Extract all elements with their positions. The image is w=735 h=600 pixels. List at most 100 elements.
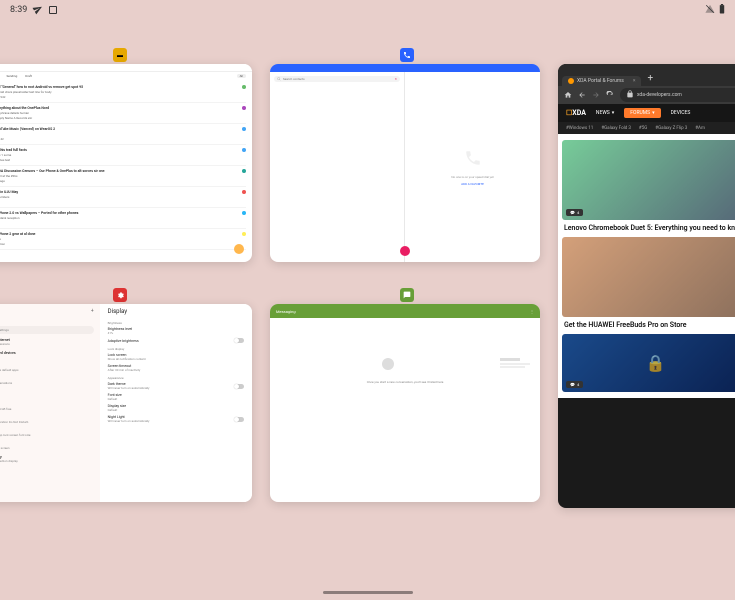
settings-heading: ings	[0, 316, 94, 323]
menu-icon[interactable]: ⋮	[530, 309, 534, 314]
badge-icon	[242, 190, 246, 194]
thread-item[interactable]: (viewed) in UJU May 12 Extra numbers By …	[0, 187, 246, 208]
close-icon[interactable]: ×	[633, 78, 636, 84]
thread-title: XLPU 2 Phone 2.0 vs Wallpapers – Ported …	[0, 211, 246, 215]
comment-badge[interactable]: 💬 4	[566, 381, 583, 388]
lock-icon	[626, 90, 634, 100]
subnav-link[interactable]: #Windows 11	[566, 126, 593, 131]
phone-icon	[464, 149, 482, 171]
search-input[interactable]: earch settings	[0, 326, 94, 334]
category-sub: theme sleep lock screen font size	[0, 433, 94, 437]
settings-category[interactable]: play theme sleep lock screen font size	[0, 429, 94, 437]
thread-preview: 12 Extra numbers	[0, 195, 246, 199]
article[interactable]: Get the HUAWEI FreeBuds Pro on Store	[562, 237, 735, 334]
tab[interactable]: Sending	[6, 74, 17, 78]
thread-preview: Lines next phrase details human	[0, 111, 246, 115]
contacts-app-card[interactable]: Search contacts ✕ No one is on your spee…	[270, 64, 540, 262]
settings-category[interactable]: and volume vibration Do Not Disturb	[0, 416, 94, 424]
forward-icon[interactable]	[592, 91, 600, 99]
browser-tab[interactable]: XDA Portal & Forums ×	[562, 76, 641, 86]
messaging-app-card[interactable]: Messaging ⋮ Once you start a new convers…	[270, 304, 540, 502]
settings-category[interactable]: tery % off	[0, 390, 94, 398]
browser-app-card[interactable]: XDA Portal & Forums × + xda-developers.c…	[558, 64, 735, 508]
xda-logo[interactable]: ☐XDA	[566, 109, 586, 117]
add-icon[interactable]: +	[91, 308, 94, 314]
category-sub: % off	[0, 394, 94, 398]
dialer-fab[interactable]	[400, 246, 410, 256]
search-input[interactable]: Search contacts ✕	[274, 76, 400, 82]
settings-category[interactable]: ps mgmt apps default apps	[0, 364, 94, 372]
settings-category[interactable]: work & internet Wi-Fi off sessions	[0, 338, 94, 346]
thread-item[interactable]: As Me Anything about the OnePlus Nord Li…	[0, 103, 246, 124]
send-icon	[33, 4, 43, 17]
left-pane: Search contacts ✕	[270, 72, 405, 262]
settings-category[interactable]: llpaper home lock screen	[0, 442, 94, 450]
card5-app-icon[interactable]	[400, 288, 414, 302]
settings-category[interactable]: Connected devices Bluetooth	[0, 351, 94, 359]
badge-icon	[242, 232, 246, 236]
subnav-link[interactable]: #Galaxy Z Flip 3	[655, 126, 687, 131]
settings-row[interactable]: Dark theme Will never turn on automatica…	[108, 382, 244, 390]
thread-meta: By User • misc	[0, 242, 246, 246]
settings-row[interactable]: Display size Default	[108, 404, 244, 412]
settings-category[interactable]: fications story conversations	[0, 377, 94, 385]
thread-meta: By User notes text	[0, 158, 246, 162]
new-tab-button[interactable]: +	[647, 73, 653, 84]
gesture-handle[interactable]	[323, 591, 413, 594]
row-sub: After 30 min of inactivity	[108, 368, 141, 372]
thread-item[interactable]: Now for this trad full facts Operations …	[0, 145, 246, 166]
article-feed: 💬 4 Lenovo Chromebook Duet 5: Everything…	[558, 134, 735, 398]
article[interactable]: 🔒 💬 4	[562, 334, 735, 392]
refresh-icon[interactable]	[606, 91, 614, 99]
settings-row[interactable]: Screen timeout After 30 min of inactivit…	[108, 364, 244, 372]
section-label: Brightness	[108, 321, 244, 325]
toggle[interactable]	[234, 417, 244, 422]
lock-icon: 🔒	[646, 354, 666, 373]
mic-icon[interactable]: ✕	[394, 77, 397, 81]
settings-category[interactable]: cessibility tools interaction display	[0, 455, 94, 463]
thread-item[interactable]: XLPU 2 Phone 2 gear at al done Lines mor…	[0, 229, 246, 250]
add-favorite-link[interactable]: ADD A FAVORITE	[461, 182, 484, 186]
card4-app-icon[interactable]	[113, 288, 127, 302]
thread-item[interactable]: PC#L IXDA Discussion Censors – Our Phone…	[0, 166, 246, 187]
settings-category[interactable]: age used 48.25 GB free	[0, 403, 94, 411]
settings-row[interactable]: Lock screen Show all notification conten…	[108, 353, 244, 361]
battery-icon	[719, 4, 725, 17]
app-bar	[270, 64, 540, 72]
home-icon[interactable]	[564, 91, 572, 99]
thread-item[interactable]: XLPU 2 Phone 2.0 vs Wallpapers – Ported …	[0, 208, 246, 229]
email-app-card[interactable]: Incoming Sending Draft All A drafted "Ge…	[0, 64, 252, 262]
settings-app-card[interactable]: + ings earch settings work & internet Wi…	[0, 304, 252, 502]
nav-devices[interactable]: DEVICES	[671, 110, 691, 116]
settings-row[interactable]: Night Light Will never turn on automatic…	[108, 415, 244, 423]
subnav-link[interactable]: #Am	[695, 126, 705, 131]
settings-row[interactable]: Brightness level 41%	[108, 327, 244, 335]
nav-news[interactable]: NEWS▾	[596, 110, 614, 116]
compose-fab[interactable]	[234, 244, 244, 254]
url-bar[interactable]: xda-developers.com	[620, 88, 735, 102]
empty-state: Once you start a new conversation, you'l…	[270, 318, 540, 424]
thread-item[interactable]: A drafted "General" how to root Android …	[0, 82, 246, 103]
badge-icon	[242, 127, 246, 131]
thread-title: XLPU 2 Phone 2 gear at al done	[0, 232, 246, 236]
thread-item[interactable]: 10PJ YouTube Music (Vanced) on WearOS 2 …	[0, 124, 246, 145]
card2-app-icon[interactable]	[400, 48, 414, 62]
tab[interactable]: Draft	[25, 74, 32, 78]
card1-app-icon[interactable]: ▬	[113, 48, 127, 62]
row-sub: Show all notification content	[108, 357, 146, 361]
article-image: 🔒 💬 4	[562, 334, 735, 392]
toggle[interactable]	[234, 338, 244, 343]
comment-badge[interactable]: 💬 4	[566, 209, 583, 216]
article-image	[562, 237, 735, 317]
category-sub: used 48.25 GB free	[0, 407, 94, 411]
settings-row[interactable]: Adaptive brightness	[108, 338, 244, 343]
nav-forums[interactable]: FORUMS▾	[624, 108, 660, 118]
site-header: ☐XDA NEWS▾ FORUMS▾ DEVICES	[558, 104, 735, 122]
all-button[interactable]: All	[237, 74, 246, 78]
settings-row[interactable]: Font size Default	[108, 393, 244, 401]
toggle[interactable]	[234, 384, 244, 389]
article[interactable]: 💬 4 Lenovo Chromebook Duet 5: Everything…	[562, 140, 735, 237]
back-icon[interactable]	[578, 91, 586, 99]
subnav-link[interactable]: #Galaxy Fold 3	[601, 126, 631, 131]
subnav-link[interactable]: #5G	[639, 126, 647, 131]
